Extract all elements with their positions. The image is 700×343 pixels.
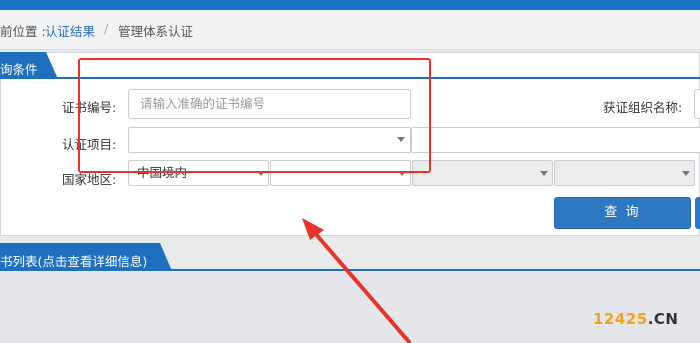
annotation-arrow-icon: [302, 218, 412, 343]
watermark-number: 12425: [593, 310, 648, 328]
watermark-domain: .CN: [647, 310, 679, 328]
site-watermark: 12425.CN: [593, 310, 678, 328]
